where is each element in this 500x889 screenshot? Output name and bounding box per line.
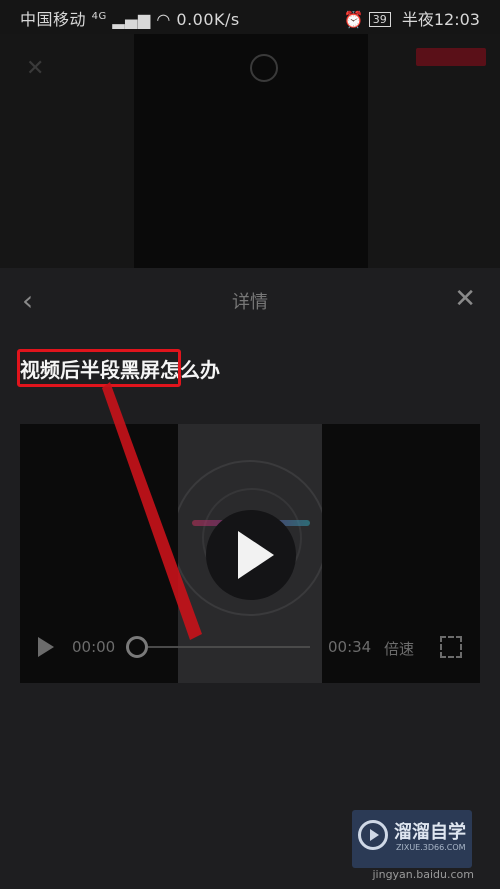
watermark-badge: 溜溜自学 ZIXUE.3D66.COM [352, 810, 472, 868]
status-right: ⏰ 39 半夜12:03 [344, 6, 480, 30]
bg-close-icon: ✕ [26, 56, 45, 81]
watermark-brand-en: ZIXUE.3D66.COM [396, 843, 466, 852]
bg-action-badge [416, 48, 486, 66]
carrier-label: 中国移动 [20, 10, 87, 29]
time-end: 00:34 [328, 638, 372, 656]
bg-record-icon [250, 54, 278, 82]
clock: 半夜12:03 [401, 10, 480, 29]
scrubber-handle[interactable] [126, 636, 148, 658]
background-player: ✕ [0, 34, 500, 268]
net-speed: 0.00K/s [176, 10, 240, 29]
panel-title: 详情 [232, 292, 268, 313]
progress-track[interactable] [148, 646, 310, 648]
signal-icon: ▂▄▆ [112, 10, 151, 29]
play-icon [238, 531, 274, 579]
speed-button[interactable]: 倍速 [384, 638, 414, 659]
network-label: 4G [91, 11, 107, 22]
video-player[interactable]: 00:00 00:34 倍速 [20, 424, 480, 683]
alarm-icon: ⏰ [343, 10, 369, 29]
status-bar: 中国移动 4G ▂▄▆ ◠ 0.00K/s ⏰ 39 半夜12:03 [0, 0, 500, 34]
play-button[interactable] [206, 510, 296, 600]
wifi-icon: ◠ [156, 10, 171, 29]
detail-panel: ‹ 详情 ✕ 视频后半段黑屏怎么办 00:00 00:34 倍速 [0, 268, 500, 889]
watermark-url: jingyan.baidu.com [372, 868, 474, 881]
watermark-play-icon [358, 820, 388, 850]
panel-header: ‹ 详情 ✕ [0, 268, 500, 334]
battery-icon: 39 [368, 12, 391, 27]
watermark-brand: 溜溜自学 [394, 822, 466, 843]
fullscreen-icon[interactable] [440, 636, 462, 658]
close-icon[interactable]: ✕ [454, 284, 476, 314]
time-start: 00:00 [72, 638, 116, 656]
small-play-icon[interactable] [38, 637, 54, 657]
status-left: 中国移动 4G ▂▄▆ ◠ 0.00K/s [20, 6, 240, 30]
highlight-box [17, 349, 181, 387]
